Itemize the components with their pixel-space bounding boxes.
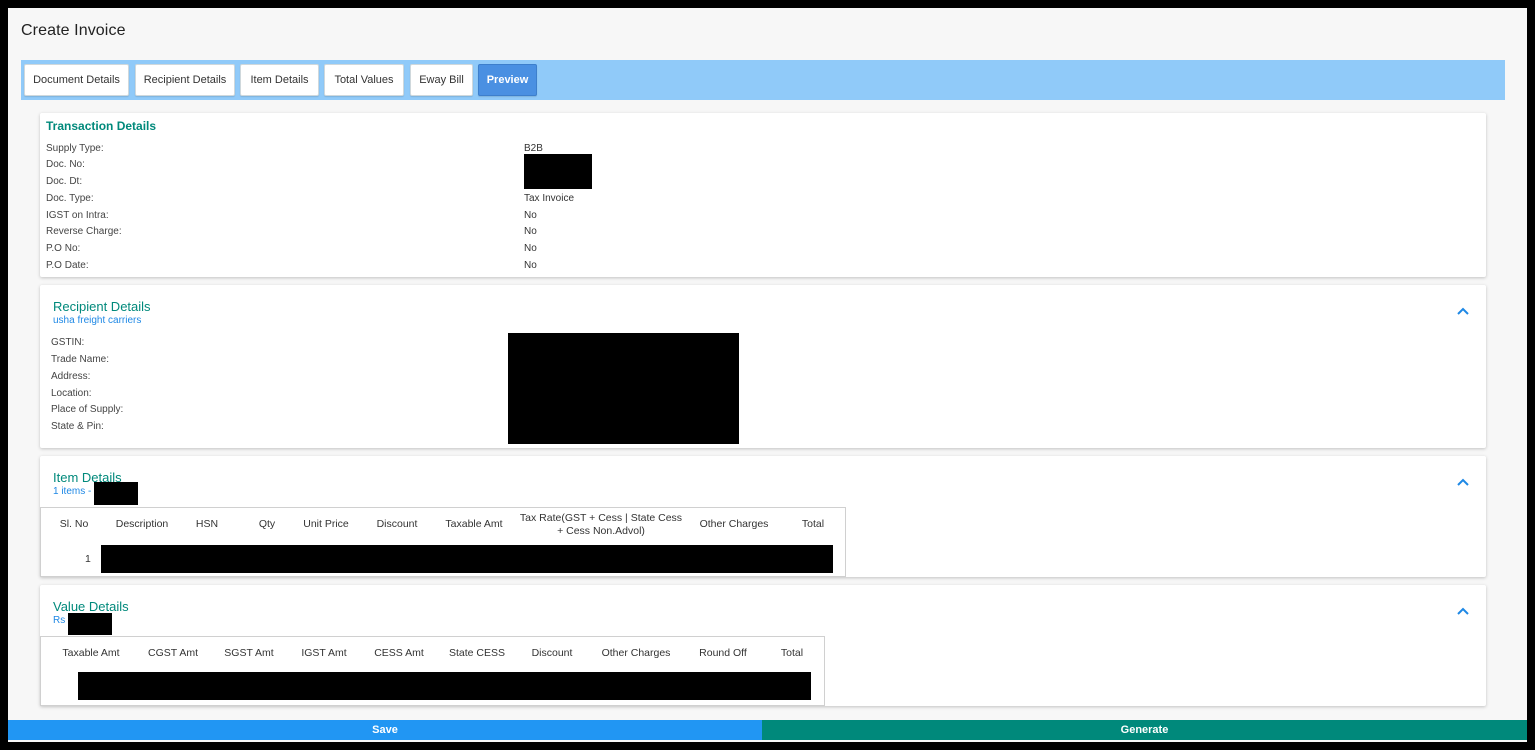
chevron-up-icon[interactable]: [1456, 475, 1470, 489]
recipient-name: usha freight carriers: [53, 315, 142, 326]
column-header: Taxable Amt: [62, 647, 120, 659]
transaction-details-card: Transaction Details Supply Type: Doc. No…: [40, 113, 1486, 277]
column-header: Other Charges: [601, 647, 671, 659]
transaction-details-title: Transaction Details: [46, 119, 157, 133]
tab-document-details[interactable]: Document Details: [24, 64, 129, 96]
row-sl-no: 1: [85, 553, 91, 565]
column-header: Unit Price: [303, 518, 349, 530]
column-header: Tax Rate(GST + Cess | State Cess + Cess …: [519, 512, 683, 537]
column-header: SGST Amt: [224, 647, 274, 659]
redacted-total-amount: [68, 613, 112, 635]
reverse-charge-value: No: [524, 226, 537, 237]
column-header: CESS Amt: [374, 647, 424, 659]
chevron-up-icon[interactable]: [1456, 304, 1470, 318]
value-table: Taxable Amt CGST Amt SGST Amt IGST Amt C…: [40, 636, 825, 706]
column-header: Qty: [258, 518, 276, 530]
generate-button[interactable]: Generate: [762, 720, 1527, 740]
doc-date-label: Doc. Dt:: [46, 176, 83, 187]
chevron-up-icon[interactable]: [1456, 604, 1470, 618]
tab-total-values[interactable]: Total Values: [324, 64, 404, 96]
reverse-charge-label: Reverse Charge:: [46, 226, 122, 237]
trade-name-label: Trade Name:: [51, 354, 109, 365]
column-header: IGST Amt: [301, 647, 347, 659]
po-date-label: P.O Date:: [46, 260, 89, 271]
tab-eway-bill[interactable]: Eway Bill: [410, 64, 473, 96]
doc-type-label: Doc. Type:: [46, 193, 94, 204]
recipient-details-card: Recipient Details usha freight carriers …: [40, 285, 1486, 448]
po-date-value: No: [524, 260, 537, 271]
column-header: Sl. No: [59, 518, 89, 530]
column-header: CGST Amt: [148, 647, 198, 659]
invoice-window: Create Invoice Document Details Recipien…: [8, 8, 1527, 742]
page-title: Create Invoice: [21, 22, 126, 39]
column-header: Description: [115, 518, 169, 530]
igst-intra-value: No: [524, 210, 537, 221]
preview-content[interactable]: Transaction Details Supply Type: Doc. No…: [29, 101, 1509, 720]
item-count: 1 items -: [53, 486, 92, 497]
address-label: Address:: [51, 371, 91, 382]
place-of-supply-label: Place of Supply:: [51, 404, 124, 415]
column-header: State CESS: [448, 647, 506, 659]
gstin-label: GSTIN:: [51, 337, 85, 348]
tab-recipient-details[interactable]: Recipient Details: [135, 64, 235, 96]
redacted-doc-number-date: [524, 154, 592, 189]
state-pin-label: State & Pin:: [51, 421, 104, 432]
currency-label: Rs: [53, 615, 66, 626]
redacted-item-row: [101, 545, 833, 573]
doc-type-value: Tax Invoice: [524, 193, 575, 204]
value-details-title: Value Details: [53, 599, 129, 614]
redacted-item-summary: [94, 482, 138, 505]
po-no-value: No: [524, 243, 537, 254]
tab-preview[interactable]: Preview: [478, 64, 537, 96]
column-header: Other Charges: [699, 518, 769, 530]
redacted-value-row: [78, 672, 811, 700]
tab-item-details[interactable]: Item Details: [240, 64, 319, 96]
value-details-card: Value Details Rs Taxable Amt CGST Amt SG…: [40, 585, 1486, 706]
redacted-recipient-info: [508, 333, 739, 444]
igst-intra-label: IGST on Intra:: [46, 210, 109, 221]
column-header: Total: [801, 518, 825, 530]
tab-bar: Document Details Recipient Details Item …: [21, 60, 1505, 100]
column-header: Round Off: [699, 647, 747, 659]
save-button[interactable]: Save: [8, 720, 762, 740]
column-header: Total: [780, 647, 804, 659]
item-details-card: Item Details 1 items - Sl. No Descriptio…: [40, 456, 1486, 577]
column-header: Discount: [531, 647, 573, 659]
doc-no-label: Doc. No:: [46, 159, 85, 170]
supply-type-label: Supply Type:: [46, 143, 104, 154]
po-no-label: P.O No:: [46, 243, 81, 254]
column-header: Taxable Amt: [445, 518, 503, 530]
location-label: Location:: [51, 388, 92, 399]
recipient-details-title: Recipient Details: [53, 299, 151, 314]
column-header: HSN: [195, 518, 219, 530]
item-table: Sl. No Description HSN Qty Unit Price Di…: [40, 507, 846, 577]
column-header: Discount: [376, 518, 418, 530]
supply-type-value: B2B: [524, 143, 543, 154]
